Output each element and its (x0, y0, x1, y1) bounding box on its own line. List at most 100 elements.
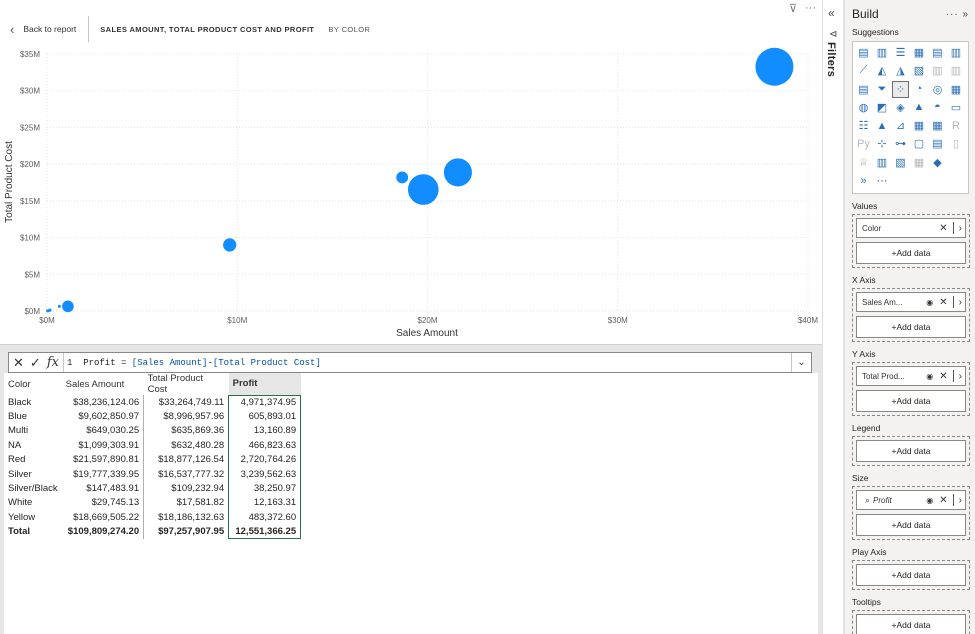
formula-bar[interactable]: ✕ ✓ fx 1 Profit = [Sales Amount]-[Total … (8, 352, 812, 373)
line-column-chart-icon[interactable]: ▧ (912, 63, 927, 78)
more-visuals-icon[interactable]: ··· (875, 173, 890, 188)
key-influencers-icon[interactable]: ⊹ (875, 136, 890, 151)
chevron-right-icon[interactable]: › (956, 297, 965, 308)
cell-profit: 605,893.01 (228, 409, 302, 424)
kpi-icon[interactable]: ▲ (875, 118, 890, 133)
visibility-icon[interactable]: ◉ (923, 298, 936, 307)
filters-label[interactable]: Filters (825, 42, 837, 77)
scatter-chart-icon[interactable]: ⁘ (892, 80, 909, 98)
line-stacked-column-icon[interactable]: ▥ (930, 63, 945, 78)
size-well[interactable]: ⌕ Profit ◉ ✕ › +Add data (852, 486, 970, 540)
qa-icon[interactable]: ▢ (912, 136, 927, 151)
shape-map-icon[interactable]: ◈ (893, 100, 908, 115)
bubble-red[interactable] (443, 158, 472, 187)
waterfall-chart-icon[interactable]: ▤ (856, 82, 871, 97)
visibility-icon[interactable]: ◉ (923, 372, 936, 381)
multi-row-card-icon[interactable]: ☷ (856, 118, 871, 133)
azure-map-icon[interactable]: ▲ (912, 100, 927, 115)
fx-icon[interactable]: fx (47, 355, 59, 370)
100-bar-chart-icon[interactable]: ▤ (930, 45, 945, 60)
gauge-icon[interactable]: ◓ (930, 100, 945, 115)
add-data-button[interactable]: +Add data (856, 316, 966, 338)
legend-well[interactable]: +Add data (852, 436, 970, 466)
chart-bubbles[interactable] (46, 47, 794, 313)
pie-chart-icon[interactable]: ◔ (912, 82, 927, 97)
visibility-icon[interactable]: ◉ (923, 496, 936, 505)
play-axis-well[interactable]: +Add data (852, 560, 970, 590)
scatter-chart[interactable]: $0M $5M $10M $15M $20M $25M $30M $35M $0M $10M $2… (0, 0, 822, 345)
y-axis-field-pill[interactable]: Total Prod... ◉ ✕ › (856, 366, 966, 386)
add-data-button[interactable]: +Add data (856, 440, 966, 462)
remove-field-icon[interactable]: ✕ (936, 371, 950, 382)
python-visual-icon[interactable]: Py (856, 136, 871, 151)
stacked-column-chart-icon[interactable]: ▥ (875, 45, 890, 60)
filled-map-icon[interactable]: ◩ (875, 100, 890, 115)
more-options-icon[interactable]: ··· (946, 9, 959, 20)
ribbon-chart-icon[interactable]: ▥ (949, 63, 964, 78)
chevron-right-icon[interactable]: › (956, 371, 965, 382)
formula-input[interactable]: 1 Profit = [Sales Amount]-[Total Product… (64, 358, 791, 368)
filters-pane-collapsed[interactable]: « ⊲ Filters (822, 0, 844, 634)
bubble-multi[interactable] (57, 304, 61, 308)
data-view-area: ✕ ✓ fx 1 Profit = [Sales Amount]-[Total … (0, 345, 822, 634)
chevron-right-icon[interactable]: › (956, 223, 965, 234)
100-column-chart-icon[interactable]: ▥ (949, 45, 964, 60)
map-icon[interactable]: ◍ (856, 100, 871, 115)
card-icon[interactable]: ▭ (949, 100, 964, 115)
decomposition-tree-icon[interactable]: ⊶ (893, 136, 908, 151)
clustered-column-chart-icon[interactable]: ▦ (912, 45, 927, 60)
y-axis-well[interactable]: Total Prod... ◉ ✕ › +Add data (852, 362, 970, 416)
r-visual-icon[interactable]: R (949, 118, 964, 133)
add-data-button[interactable]: +Add data (856, 390, 966, 412)
arcgis-icon[interactable]: ▦ (912, 155, 927, 170)
bubble-black[interactable] (755, 47, 794, 86)
add-data-button[interactable]: +Add data (856, 564, 966, 586)
power-automate-flow-icon[interactable]: » (856, 173, 871, 188)
metrics-icon[interactable]: ♕ (856, 155, 871, 170)
matrix-icon[interactable]: ▦ (930, 118, 945, 133)
stacked-bar-chart-icon[interactable]: ▤ (856, 45, 871, 60)
x-axis-field-pill[interactable]: Sales Am... ◉ ✕ › (856, 292, 966, 312)
commit-formula-icon[interactable]: ✓ (30, 355, 41, 371)
slicer-icon[interactable]: ⊿ (893, 118, 908, 133)
remove-field-icon[interactable]: ✕ (936, 223, 950, 234)
smart-narrative-icon[interactable]: ▤ (930, 136, 945, 151)
get-more-visuals-icon[interactable]: ◆ (930, 155, 945, 170)
add-data-button[interactable]: +Add data (856, 514, 966, 536)
funnel-chart-icon[interactable]: ⏷ (875, 82, 890, 97)
donut-chart-icon[interactable]: ◎ (930, 82, 945, 97)
placeholder[interactable] (949, 155, 964, 170)
header-profit[interactable]: Profit (228, 373, 301, 395)
bubble-silver[interactable] (407, 174, 439, 205)
header-sales-amount[interactable]: Sales Amount (62, 373, 144, 395)
expand-pane-icon[interactable]: » (962, 9, 969, 20)
header-total-product-cost[interactable]: Total Product Cost (144, 373, 229, 395)
values-well[interactable]: Color ✕ › +Add data (852, 214, 970, 268)
bubble-blue[interactable] (223, 238, 237, 252)
table-icon[interactable]: ▦ (912, 118, 927, 133)
header-color[interactable]: Color (4, 373, 62, 395)
size-field-pill[interactable]: ⌕ Profit ◉ ✕ › (856, 490, 966, 510)
paginated-report-icon[interactable]: ▯ (949, 136, 964, 151)
clustered-bar-chart-icon[interactable]: ☰ (893, 45, 908, 60)
expand-formula-button[interactable]: ⌄ (791, 353, 811, 372)
stacked-area-chart-icon[interactable]: ◮ (893, 63, 908, 78)
add-data-button[interactable]: +Add data (856, 242, 966, 264)
line-chart-icon[interactable]: ⟋ (856, 63, 871, 78)
remove-field-icon[interactable]: ✕ (936, 495, 950, 506)
bubble-yellow[interactable] (396, 171, 409, 184)
tooltips-well[interactable]: +Add data (852, 610, 970, 634)
collapse-pane-icon[interactable]: « (828, 6, 835, 20)
cancel-formula-icon[interactable]: ✕ (13, 355, 24, 371)
bubble-na[interactable] (62, 300, 74, 313)
area-chart-icon[interactable]: ◭ (875, 63, 890, 78)
treemap-icon[interactable]: ▦ (949, 82, 964, 97)
bubble-white[interactable] (46, 309, 50, 313)
values-field-pill[interactable]: Color ✕ › (856, 218, 966, 238)
power-apps-icon[interactable]: ▥ (875, 155, 890, 170)
remove-field-icon[interactable]: ✕ (936, 297, 950, 308)
power-automate-icon[interactable]: ▧ (893, 155, 908, 170)
chevron-right-icon[interactable]: › (956, 495, 965, 506)
add-data-button[interactable]: +Add data (856, 614, 966, 634)
x-axis-well[interactable]: Sales Am... ◉ ✕ › +Add data (852, 288, 970, 342)
